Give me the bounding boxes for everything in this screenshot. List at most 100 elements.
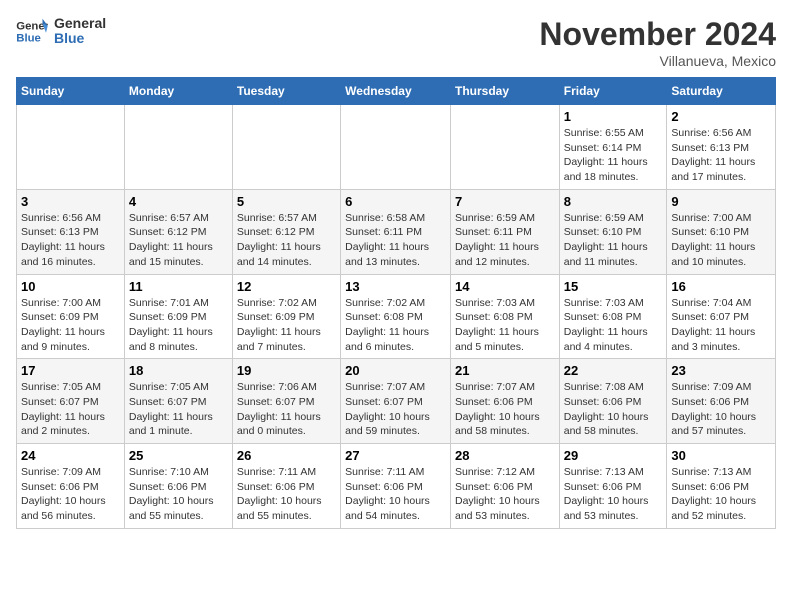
day-number: 13 <box>345 279 446 294</box>
day-number: 18 <box>129 363 228 378</box>
calendar-cell: 6Sunrise: 6:58 AM Sunset: 6:11 PM Daylig… <box>341 189 451 274</box>
day-info: Sunrise: 7:05 AM Sunset: 6:07 PM Dayligh… <box>129 380 228 439</box>
day-number: 5 <box>237 194 336 209</box>
calendar-cell: 5 Sunrise: 6:57 AM Sunset: 6:12 PM Daylig… <box>232 189 340 274</box>
day-info: Sunrise: 6:57 AM Sunset: 6:12 PM Dayligh… <box>129 211 228 270</box>
calendar-cell: 10Sunrise: 7:00 AM Sunset: 6:09 PM Dayli… <box>17 274 125 359</box>
day-info: Sunrise: 7:03 AM Sunset: 6:08 PM Dayligh… <box>455 296 555 355</box>
day-info: Sunrise: 6:59 AM Sunset: 6:10 PM Dayligh… <box>564 211 663 270</box>
calendar-cell: 15 Sunrise: 7:03 AM Sunset: 6:08 PM Dayli… <box>559 274 667 359</box>
day-number: 29 <box>564 448 663 463</box>
calendar-cell: 1 Sunrise: 6:55 AM Sunset: 6:14 PM Daylig… <box>559 105 667 190</box>
day-info: Sunrise: 7:07 AM Sunset: 6:06 PM Dayligh… <box>455 380 555 439</box>
calendar-cell <box>450 105 559 190</box>
calendar-cell: 11 Sunrise: 7:01 AM Sunset: 6:09 PM Dayli… <box>124 274 232 359</box>
calendar-cell: 28 Sunrise: 7:12 AM Sunset: 6:06 PM Dayli… <box>450 444 559 529</box>
calendar-cell: 29 Sunrise: 7:13 AM Sunset: 6:06 PM Dayli… <box>559 444 667 529</box>
day-info: Sunrise: 7:06 AM Sunset: 6:07 PM Dayligh… <box>237 380 336 439</box>
calendar-cell <box>232 105 340 190</box>
calendar-header-sunday: Sunday <box>17 78 125 105</box>
day-number: 30 <box>671 448 771 463</box>
day-info: Sunrise: 7:07 AM Sunset: 6:07 PM Dayligh… <box>345 380 446 439</box>
day-info: Sunrise: 7:09 AM Sunset: 6:06 PM Dayligh… <box>671 380 771 439</box>
calendar-cell: 27 Sunrise: 7:11 AM Sunset: 6:06 PM Dayli… <box>341 444 451 529</box>
location: Villanueva, Mexico <box>539 53 776 69</box>
day-info: Sunrise: 7:00 AM Sunset: 6:10 PM Dayligh… <box>671 211 771 270</box>
day-info: Sunrise: 7:02 AM Sunset: 6:09 PM Dayligh… <box>237 296 336 355</box>
calendar-cell: 16 Sunrise: 7:04 AM Sunset: 6:07 PM Dayli… <box>667 274 776 359</box>
logo-blue-text: Blue <box>54 31 106 46</box>
day-number: 12 <box>237 279 336 294</box>
day-info: Sunrise: 7:02 AM Sunset: 6:08 PM Dayligh… <box>345 296 446 355</box>
logo-general-text: General <box>54 16 106 31</box>
calendar-cell: 8 Sunrise: 6:59 AM Sunset: 6:10 PM Daylig… <box>559 189 667 274</box>
calendar-cell: 26 Sunrise: 7:11 AM Sunset: 6:06 PM Dayli… <box>232 444 340 529</box>
calendar-cell: 19 Sunrise: 7:06 AM Sunset: 6:07 PM Dayli… <box>232 359 340 444</box>
calendar-cell: 2 Sunrise: 6:56 AM Sunset: 6:13 PM Daylig… <box>667 105 776 190</box>
calendar-cell: 30Sunrise: 7:13 AM Sunset: 6:06 PM Dayli… <box>667 444 776 529</box>
day-info: Sunrise: 6:55 AM Sunset: 6:14 PM Dayligh… <box>564 126 663 185</box>
day-info: Sunrise: 7:03 AM Sunset: 6:08 PM Dayligh… <box>564 296 663 355</box>
day-info: Sunrise: 7:10 AM Sunset: 6:06 PM Dayligh… <box>129 465 228 524</box>
day-number: 27 <box>345 448 446 463</box>
calendar-table: SundayMondayTuesdayWednesdayThursdayFrid… <box>16 77 776 529</box>
day-info: Sunrise: 6:58 AM Sunset: 6:11 PM Dayligh… <box>345 211 446 270</box>
calendar-cell <box>124 105 232 190</box>
page-header: General Blue General Blue November 2024 … <box>16 16 776 69</box>
day-number: 10 <box>21 279 120 294</box>
day-number: 1 <box>564 109 663 124</box>
day-number: 8 <box>564 194 663 209</box>
month-title: November 2024 <box>539 16 776 53</box>
day-number: 20 <box>345 363 446 378</box>
day-number: 19 <box>237 363 336 378</box>
calendar-week-row: 17 Sunrise: 7:05 AM Sunset: 6:07 PM Dayli… <box>17 359 776 444</box>
day-number: 17 <box>21 363 120 378</box>
day-number: 24 <box>21 448 120 463</box>
day-number: 11 <box>129 279 228 294</box>
day-number: 14 <box>455 279 555 294</box>
day-number: 4 <box>129 194 228 209</box>
day-info: Sunrise: 7:04 AM Sunset: 6:07 PM Dayligh… <box>671 296 771 355</box>
logo: General Blue General Blue <box>16 16 106 47</box>
day-number: 26 <box>237 448 336 463</box>
day-info: Sunrise: 7:08 AM Sunset: 6:06 PM Dayligh… <box>564 380 663 439</box>
day-info: Sunrise: 6:59 AM Sunset: 6:11 PM Dayligh… <box>455 211 555 270</box>
day-number: 22 <box>564 363 663 378</box>
calendar-cell: 20 Sunrise: 7:07 AM Sunset: 6:07 PM Dayli… <box>341 359 451 444</box>
day-number: 25 <box>129 448 228 463</box>
calendar-cell: 25 Sunrise: 7:10 AM Sunset: 6:06 PM Dayli… <box>124 444 232 529</box>
day-number: 9 <box>671 194 771 209</box>
title-block: November 2024 Villanueva, Mexico <box>539 16 776 69</box>
calendar-week-row: 3Sunrise: 6:56 AM Sunset: 6:13 PM Daylig… <box>17 189 776 274</box>
calendar-cell: 14 Sunrise: 7:03 AM Sunset: 6:08 PM Dayli… <box>450 274 559 359</box>
day-number: 2 <box>671 109 771 124</box>
calendar-cell: 4 Sunrise: 6:57 AM Sunset: 6:12 PM Daylig… <box>124 189 232 274</box>
day-number: 23 <box>671 363 771 378</box>
day-info: Sunrise: 7:11 AM Sunset: 6:06 PM Dayligh… <box>345 465 446 524</box>
day-number: 7 <box>455 194 555 209</box>
day-info: Sunrise: 7:05 AM Sunset: 6:07 PM Dayligh… <box>21 380 120 439</box>
day-number: 16 <box>671 279 771 294</box>
day-number: 28 <box>455 448 555 463</box>
calendar-week-row: 1 Sunrise: 6:55 AM Sunset: 6:14 PM Daylig… <box>17 105 776 190</box>
calendar-header-tuesday: Tuesday <box>232 78 340 105</box>
calendar-week-row: 10Sunrise: 7:00 AM Sunset: 6:09 PM Dayli… <box>17 274 776 359</box>
calendar-cell <box>341 105 451 190</box>
svg-text:Blue: Blue <box>16 33 41 45</box>
day-info: Sunrise: 7:11 AM Sunset: 6:06 PM Dayligh… <box>237 465 336 524</box>
day-number: 15 <box>564 279 663 294</box>
day-info: Sunrise: 7:09 AM Sunset: 6:06 PM Dayligh… <box>21 465 120 524</box>
calendar-cell: 21Sunrise: 7:07 AM Sunset: 6:06 PM Dayli… <box>450 359 559 444</box>
day-info: Sunrise: 6:56 AM Sunset: 6:13 PM Dayligh… <box>671 126 771 185</box>
calendar-week-row: 24 Sunrise: 7:09 AM Sunset: 6:06 PM Dayli… <box>17 444 776 529</box>
calendar-cell: 24 Sunrise: 7:09 AM Sunset: 6:06 PM Dayli… <box>17 444 125 529</box>
day-info: Sunrise: 7:01 AM Sunset: 6:09 PM Dayligh… <box>129 296 228 355</box>
calendar-header-friday: Friday <box>559 78 667 105</box>
day-info: Sunrise: 7:12 AM Sunset: 6:06 PM Dayligh… <box>455 465 555 524</box>
calendar-cell: 23 Sunrise: 7:09 AM Sunset: 6:06 PM Dayli… <box>667 359 776 444</box>
calendar-cell: 18 Sunrise: 7:05 AM Sunset: 6:07 PM Dayli… <box>124 359 232 444</box>
day-info: Sunrise: 6:57 AM Sunset: 6:12 PM Dayligh… <box>237 211 336 270</box>
calendar-header-row: SundayMondayTuesdayWednesdayThursdayFrid… <box>17 78 776 105</box>
calendar-header-thursday: Thursday <box>450 78 559 105</box>
day-info: Sunrise: 7:13 AM Sunset: 6:06 PM Dayligh… <box>564 465 663 524</box>
